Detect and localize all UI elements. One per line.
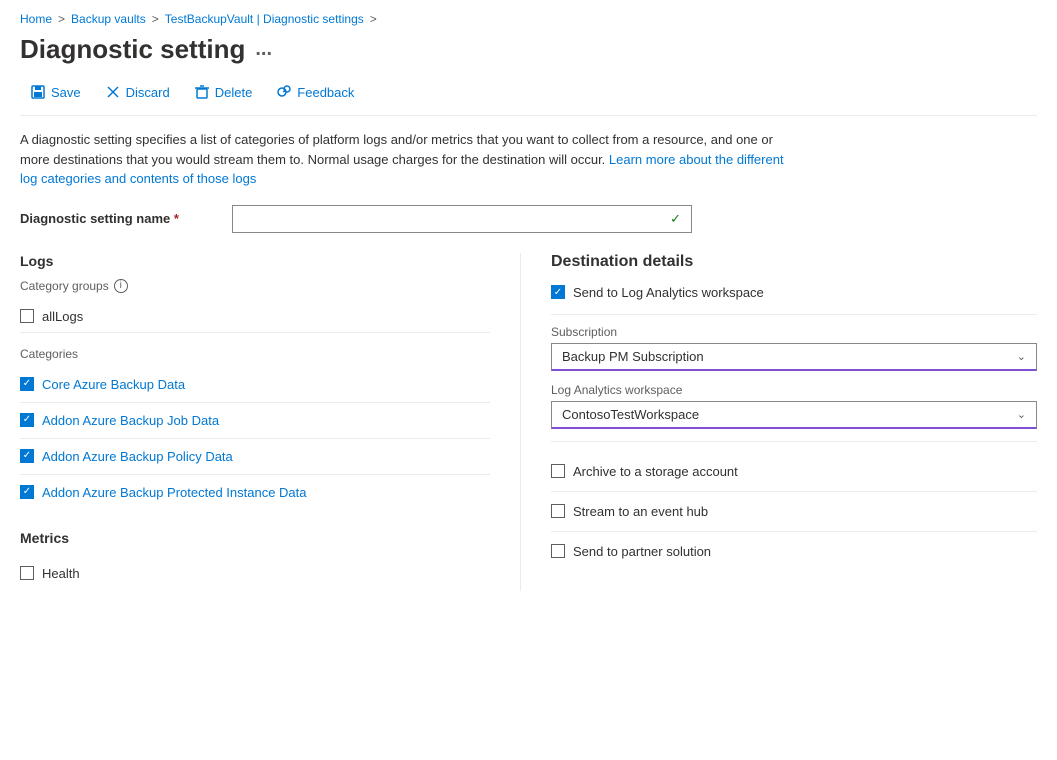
category-checkbox-1[interactable] xyxy=(20,413,34,427)
discard-label: Discard xyxy=(126,85,170,100)
category-groups-label: Category groups i xyxy=(20,279,490,293)
metrics-section: Metrics Health xyxy=(20,530,490,591)
category-row-2[interactable]: Addon Azure Backup Policy Data xyxy=(20,439,490,475)
save-label: Save xyxy=(51,85,81,100)
delete-button[interactable]: Delete xyxy=(184,79,263,105)
stream-event-hub-row[interactable]: Stream to an event hub xyxy=(551,492,1037,532)
category-label-3: Addon Azure Backup Protected Instance Da… xyxy=(42,485,307,500)
category-label-2: Addon Azure Backup Policy Data xyxy=(42,449,233,464)
feedback-button[interactable]: Feedback xyxy=(266,79,364,105)
save-button[interactable]: Save xyxy=(20,79,91,105)
breadcrumb-backup-vaults[interactable]: Backup vaults xyxy=(71,12,146,26)
diagnostic-name-input[interactable]: testbackupvaultsetting xyxy=(243,211,670,226)
page-title: Diagnostic setting xyxy=(20,34,245,65)
info-icon[interactable]: i xyxy=(114,279,128,293)
health-label: Health xyxy=(42,566,80,581)
log-analytics-field: Log Analytics workspace ContosoTestWorks… xyxy=(551,383,1037,429)
diagnostic-name-input-wrapper: testbackupvaultsetting ✓ xyxy=(232,205,692,233)
discard-icon xyxy=(105,84,121,100)
stream-event-hub-checkbox[interactable] xyxy=(551,504,565,518)
feedback-icon xyxy=(276,84,292,100)
destination-title: Destination details xyxy=(551,253,1037,271)
allLogs-row[interactable]: allLogs xyxy=(20,301,490,333)
category-checkbox-2[interactable] xyxy=(20,449,34,463)
save-icon xyxy=(30,84,46,100)
send-to-log-analytics-label: Send to Log Analytics workspace xyxy=(573,285,764,300)
categories-title: Categories xyxy=(20,347,490,361)
subscription-chevron-icon: ⌄ xyxy=(1017,350,1026,363)
partner-solution-checkbox[interactable] xyxy=(551,544,565,558)
archive-storage-label: Archive to a storage account xyxy=(573,464,738,479)
allLogs-label: allLogs xyxy=(42,309,83,324)
description: A diagnostic setting specifies a list of… xyxy=(20,130,800,189)
subscription-field: Subscription Backup PM Subscription ⌄ xyxy=(551,325,1037,371)
check-icon: ✓ xyxy=(670,211,681,227)
health-checkbox[interactable] xyxy=(20,566,34,580)
health-row[interactable]: Health xyxy=(20,556,490,591)
divider-1 xyxy=(551,314,1037,315)
log-analytics-value: ContosoTestWorkspace xyxy=(562,407,699,422)
allLogs-checkbox[interactable] xyxy=(20,309,34,323)
discard-button[interactable]: Discard xyxy=(95,79,180,105)
category-row-3[interactable]: Addon Azure Backup Protected Instance Da… xyxy=(20,475,490,510)
divider-2 xyxy=(551,441,1037,442)
page-title-dots[interactable]: ... xyxy=(255,38,272,61)
diagnostic-name-row: Diagnostic setting name * testbackupvaul… xyxy=(20,205,1037,233)
subscription-dropdown[interactable]: Backup PM Subscription ⌄ xyxy=(551,343,1037,371)
page-title-container: Diagnostic setting ... xyxy=(20,34,1037,65)
diagnostic-name-label: Diagnostic setting name * xyxy=(20,211,220,226)
categories-section: Categories Core Azure Backup Data Addon … xyxy=(20,347,490,510)
archive-storage-row[interactable]: Archive to a storage account xyxy=(551,452,1037,492)
partner-solution-row[interactable]: Send to partner solution xyxy=(551,532,1037,571)
category-checkbox-3[interactable] xyxy=(20,485,34,499)
category-row-1[interactable]: Addon Azure Backup Job Data xyxy=(20,403,490,439)
stream-event-hub-label: Stream to an event hub xyxy=(573,504,708,519)
metrics-section-title: Metrics xyxy=(20,530,490,546)
delete-icon xyxy=(194,84,210,100)
logs-section-title: Logs xyxy=(20,253,490,269)
main-layout: Logs Category groups i allLogs Categorie… xyxy=(20,253,1037,591)
log-analytics-dropdown[interactable]: ContosoTestWorkspace ⌄ xyxy=(551,401,1037,429)
breadcrumb-vault-settings[interactable]: TestBackupVault | Diagnostic settings xyxy=(165,12,364,26)
send-to-log-analytics-checkbox[interactable] xyxy=(551,285,565,299)
required-indicator: * xyxy=(174,211,179,226)
log-analytics-label: Log Analytics workspace xyxy=(551,383,1037,397)
send-to-log-analytics-row[interactable]: Send to Log Analytics workspace xyxy=(551,285,1037,300)
category-row-0[interactable]: Core Azure Backup Data xyxy=(20,367,490,403)
left-panel: Logs Category groups i allLogs Categorie… xyxy=(20,253,520,591)
category-label-0: Core Azure Backup Data xyxy=(42,377,185,392)
breadcrumb-home[interactable]: Home xyxy=(20,12,52,26)
right-panel: Destination details Send to Log Analytic… xyxy=(520,253,1037,591)
delete-label: Delete xyxy=(215,85,253,100)
log-analytics-chevron-icon: ⌄ xyxy=(1017,408,1026,421)
archive-storage-checkbox[interactable] xyxy=(551,464,565,478)
category-checkbox-0[interactable] xyxy=(20,377,34,391)
category-label-1: Addon Azure Backup Job Data xyxy=(42,413,219,428)
breadcrumb: Home > Backup vaults > TestBackupVault |… xyxy=(20,12,1037,26)
toolbar: Save Discard Delete Feedback xyxy=(20,79,1037,116)
subscription-label: Subscription xyxy=(551,325,1037,339)
subscription-value: Backup PM Subscription xyxy=(562,349,704,364)
partner-solution-label: Send to partner solution xyxy=(573,544,711,559)
feedback-label: Feedback xyxy=(297,85,354,100)
